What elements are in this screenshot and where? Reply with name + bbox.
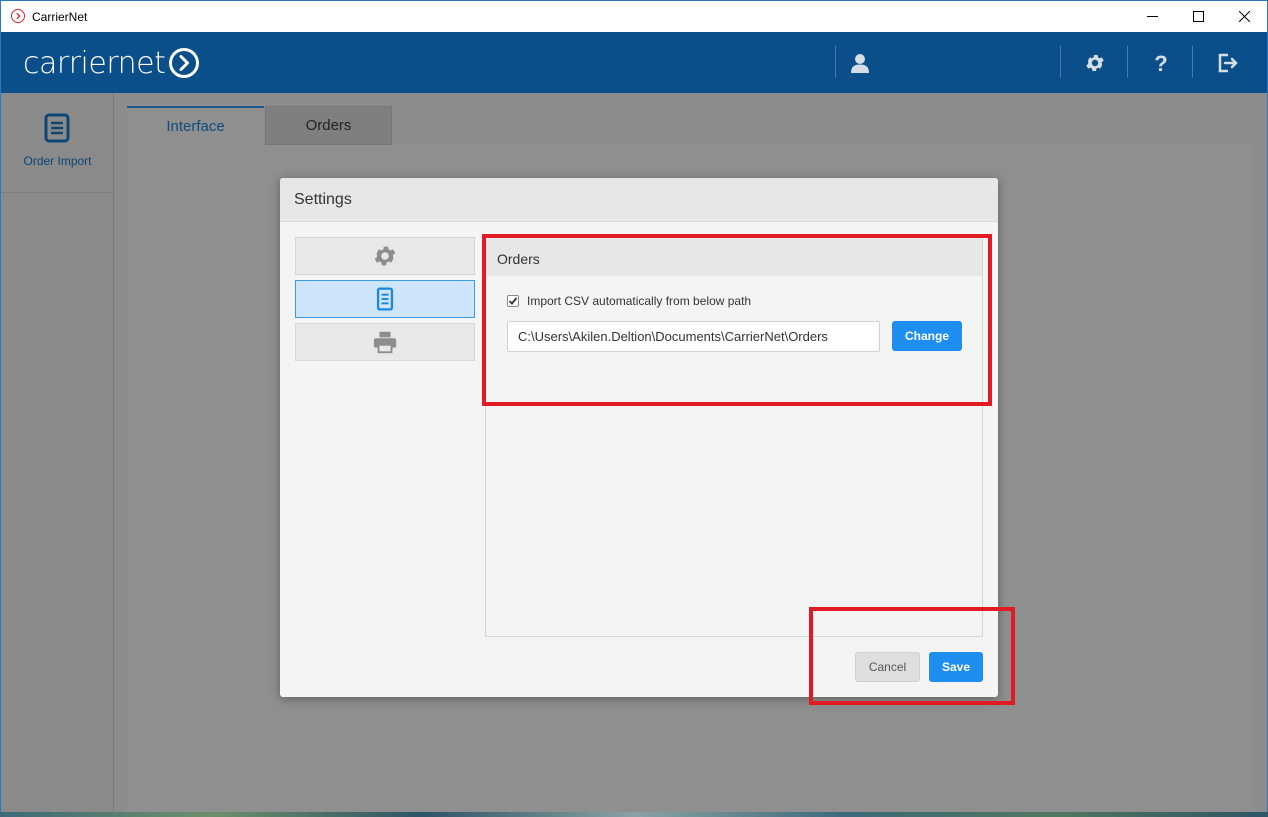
settings-printer-button[interactable] [295,323,475,361]
header-divider [1127,46,1128,78]
tab-orders[interactable]: Orders [265,106,392,145]
gear-icon[interactable] [1083,51,1107,75]
import-csv-label[interactable]: Import CSV automatically from below path [527,294,751,308]
logout-icon[interactable] [1215,51,1239,75]
app-header: carriernet ? [1,32,1267,93]
header-divider [835,46,836,78]
cancel-button[interactable]: Cancel [855,652,920,682]
orders-section-title: Orders [497,251,540,267]
tab-interface[interactable]: Interface [127,106,264,145]
settings-orders-button[interactable] [295,280,475,318]
change-path-button[interactable]: Change [892,321,962,351]
settings-general-button[interactable] [295,237,475,275]
title-bar[interactable]: CarrierNet [1,1,1267,32]
carriernet-logo: carriernet [23,45,200,81]
document-icon [44,113,70,143]
svg-text:?: ? [1154,52,1167,74]
printer-icon [373,331,397,354]
dialog-title: Settings [294,191,352,208]
settings-dialog: Settings Orders Import CSV automatically… [280,178,998,697]
app-window: CarrierNet carriernet ? Order Import Int… [0,0,1268,814]
sidebar-item-order-import[interactable]: Order Import [1,93,114,193]
maximize-icon [1192,11,1204,22]
minimize-icon [1146,16,1158,17]
user-icon[interactable] [848,51,872,75]
logo-chevron-icon [169,48,200,78]
logo-text: carriernet [23,45,166,81]
maximize-button[interactable] [1175,1,1221,32]
sidebar-item-label: Order Import [23,154,92,168]
header-divider [1192,46,1193,78]
desktop-background [0,812,1268,817]
dialog-header: Settings [280,178,998,222]
header-divider [1060,46,1061,78]
orders-settings-pane: Orders Import CSV automatically from bel… [485,236,983,637]
save-button[interactable]: Save [929,652,983,682]
gear-icon [374,246,396,266]
help-icon[interactable]: ? [1149,51,1173,75]
checkmark-icon [508,297,518,305]
close-button[interactable] [1221,1,1267,32]
minimize-button[interactable] [1129,1,1175,32]
import-path-input[interactable] [507,321,880,352]
import-csv-checkbox[interactable] [507,295,519,307]
window-title: CarrierNet [32,10,88,24]
carriernet-app-icon [11,9,25,23]
sidebar: Order Import [1,93,114,814]
close-icon [1238,11,1250,22]
pane-header: Orders [486,237,982,276]
document-icon [376,287,394,311]
